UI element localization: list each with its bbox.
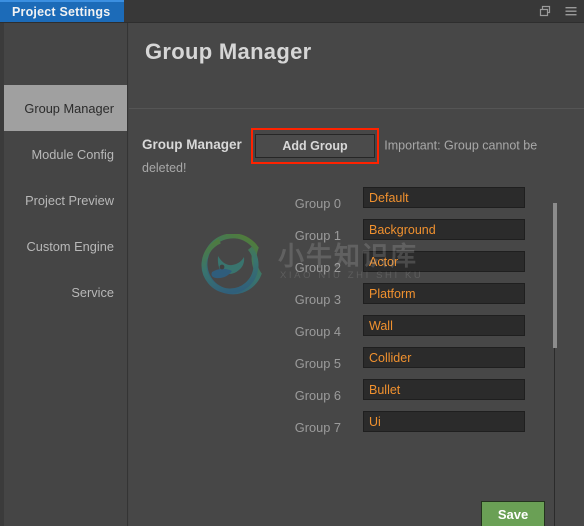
group-label: Group 3 — [294, 292, 341, 307]
group-name-input[interactable] — [363, 379, 525, 400]
title-bar: Project Settings — [0, 0, 584, 23]
table-row: Group 4 — [129, 315, 569, 347]
window-controls — [538, 0, 578, 22]
group-label: Group 5 — [294, 356, 341, 371]
group-name-input[interactable] — [363, 251, 525, 272]
group-name-input[interactable] — [363, 347, 525, 368]
section-label: Group Manager — [142, 137, 242, 152]
group-label: Group 7 — [294, 420, 341, 435]
tab-label: Project Settings — [12, 5, 111, 19]
group-label: Group 6 — [294, 388, 341, 403]
table-row: Group 0 — [129, 187, 569, 219]
note-line-2: deleted! — [142, 161, 187, 175]
sidebar-item-group-manager[interactable]: Group Manager — [4, 85, 127, 131]
group-label: Group 0 — [294, 196, 341, 211]
sidebar-item-label: Module Config — [31, 146, 114, 162]
sidebar-item-label: Project Preview — [25, 192, 114, 208]
group-label: Group 1 — [294, 228, 341, 243]
group-name-input[interactable] — [363, 219, 525, 240]
group-name-input[interactable] — [363, 283, 525, 304]
table-row: Group 7 — [129, 411, 569, 443]
group-rows: Group 0 Group 1 Group 2 Group 3 Group 4 — [129, 187, 569, 443]
group-manager-header: Group Manager Add Group Important: Group… — [142, 127, 567, 164]
page-title: Group Manager — [145, 39, 312, 64]
group-name-input[interactable] — [363, 315, 525, 336]
table-row: Group 3 — [129, 283, 569, 315]
save-button[interactable]: Save — [481, 501, 545, 526]
vertical-scrollbar-thumb[interactable] — [553, 203, 557, 348]
restore-window-icon[interactable] — [538, 4, 552, 18]
sidebar-item-project-preview[interactable]: Project Preview — [4, 177, 127, 223]
settings-sidebar: Group Manager Module Config Project Prev… — [4, 23, 128, 526]
note-line-1: Important: Group cannot be — [384, 138, 538, 153]
sidebar-item-label: Custom Engine — [26, 238, 115, 254]
add-group-button[interactable]: Add Group — [255, 134, 375, 159]
group-name-input[interactable] — [363, 187, 525, 208]
table-row: Group 2 — [129, 251, 569, 283]
tab-project-settings[interactable]: Project Settings — [0, 0, 125, 22]
table-row: Group 1 — [129, 219, 569, 251]
group-manager-content: Group Manager Add Group Important: Group… — [129, 109, 584, 526]
sidebar-item-service[interactable]: Service — [4, 269, 127, 315]
table-row: Group 6 — [129, 379, 569, 411]
group-name-input[interactable] — [363, 411, 525, 432]
table-row: Group 5 — [129, 347, 569, 379]
hamburger-menu-icon[interactable] — [564, 4, 578, 18]
main-panel: Group Manager Group Manager Add Group Im… — [129, 23, 584, 526]
group-label: Group 4 — [294, 324, 341, 339]
sidebar-item-custom-engine[interactable]: Custom Engine — [4, 223, 127, 269]
sidebar-item-label: Service — [71, 284, 114, 300]
sidebar-item-module-config[interactable]: Module Config — [4, 131, 127, 177]
sidebar-item-label: Group Manager — [24, 100, 114, 116]
project-settings-window: Project Settings Group Manager Module Co… — [0, 0, 584, 526]
add-group-wrapper: Add Group — [251, 127, 379, 164]
group-label: Group 2 — [294, 260, 341, 275]
